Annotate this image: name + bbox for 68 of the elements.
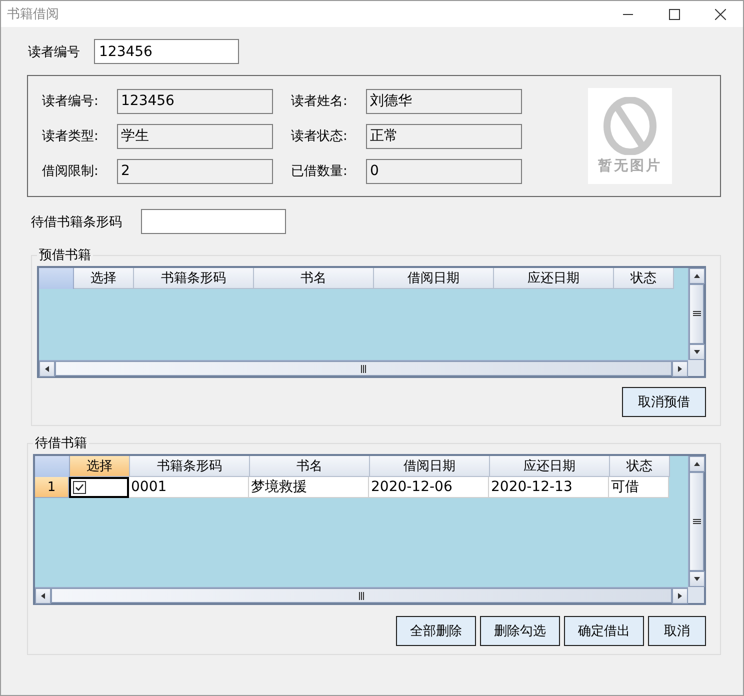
scrollbar-corner — [688, 587, 704, 603]
scroll-right-button[interactable] — [672, 361, 688, 377]
table-cell: 0001 — [129, 477, 249, 498]
readonly-field[interactable]: 2 — [117, 158, 273, 184]
checkbox-cell[interactable] — [69, 477, 129, 498]
column-header[interactable]: 书名 — [250, 456, 370, 477]
close-icon — [714, 8, 726, 20]
prohibited-icon — [603, 97, 657, 155]
readonly-field[interactable]: 正常 — [366, 124, 522, 148]
column-header[interactable]: 选择 — [70, 456, 130, 477]
placeholder-text: 暂无图片 — [598, 157, 662, 175]
column-header[interactable]: 书名 — [254, 268, 374, 289]
field-label: 读者编号 — [28, 44, 80, 60]
scroll-thumb[interactable] — [689, 284, 704, 344]
data-grid[interactable]: 选择 书籍条形码 书名 借阅日期 应还日期 状态 — [37, 266, 706, 378]
field-label: 读者编号: — [41, 93, 100, 110]
vertical-scrollbar[interactable] — [688, 268, 704, 360]
grip-icon — [692, 518, 700, 524]
window-title: 书籍借阅 — [6, 6, 60, 23]
field-label: 读者类型: — [41, 128, 100, 145]
scrollbar-corner — [688, 360, 704, 376]
table-cell: 可借 — [609, 477, 669, 498]
grip-icon — [358, 592, 364, 600]
field-label: 已借数量: — [290, 163, 348, 180]
vertical-scrollbar[interactable] — [688, 456, 704, 587]
field-label: 读者姓名: — [290, 93, 348, 110]
grip-icon — [692, 311, 700, 317]
reader-id-field[interactable]: 123456 — [94, 39, 239, 64]
data-grid[interactable]: 选择 书籍条形码 书名 借阅日期 应还日期 状态 1 0001 梦境救援 2020-12-06 2020-12-13 可借 — [33, 454, 706, 605]
field-label: 借阅限制: — [41, 163, 100, 180]
column-header[interactable]: 状态 — [610, 456, 670, 477]
checkbox[interactable] — [73, 481, 86, 494]
group-title: 待借书籍 — [34, 435, 88, 452]
field-label: 待借书籍条形码 — [31, 214, 122, 230]
scroll-up-button[interactable] — [689, 268, 705, 284]
column-header[interactable]: 书籍条形码 — [130, 456, 250, 477]
grip-icon — [360, 364, 366, 372]
action-button[interactable]: 全部删除 — [396, 616, 476, 646]
column-header[interactable]: 状态 — [614, 268, 674, 289]
column-header[interactable]: 应还日期 — [490, 456, 610, 477]
field-label: 读者状态: — [290, 128, 348, 145]
scroll-up-button[interactable] — [689, 456, 705, 472]
column-header[interactable]: 书籍条形码 — [134, 268, 254, 289]
scroll-down-button[interactable] — [689, 571, 705, 587]
column-header[interactable]: 借阅日期 — [370, 456, 490, 477]
column-header[interactable]: 选择 — [74, 268, 134, 289]
readonly-field[interactable]: 学生 — [117, 124, 273, 148]
action-button[interactable]: 取消 — [648, 616, 706, 646]
scroll-thumb[interactable] — [689, 472, 704, 571]
group-title: 预借书籍 — [38, 247, 92, 264]
action-button[interactable]: 删除勾选 — [480, 616, 560, 646]
column-header[interactable]: 应还日期 — [494, 268, 614, 289]
table-cell: 梦境救援 — [249, 477, 369, 498]
maximize-icon — [668, 8, 680, 20]
action-button[interactable]: 取消预借 — [622, 387, 706, 417]
scroll-left-button[interactable] — [35, 588, 51, 604]
barcode-field[interactable] — [141, 209, 286, 234]
readonly-field[interactable]: 刘德华 — [366, 88, 522, 114]
scroll-right-button[interactable] — [672, 588, 688, 604]
scroll-left-button[interactable] — [39, 361, 55, 377]
action-button[interactable]: 确定借出 — [564, 616, 644, 646]
table-cell: 2020-12-06 — [369, 477, 489, 498]
scroll-down-button[interactable] — [689, 344, 705, 360]
table-cell: 2020-12-13 — [489, 477, 609, 498]
column-header[interactable]: 借阅日期 — [374, 268, 494, 289]
readonly-field[interactable]: 123456 — [117, 88, 273, 114]
readonly-field[interactable]: 0 — [366, 158, 522, 184]
row-header[interactable]: 1 — [35, 477, 69, 498]
